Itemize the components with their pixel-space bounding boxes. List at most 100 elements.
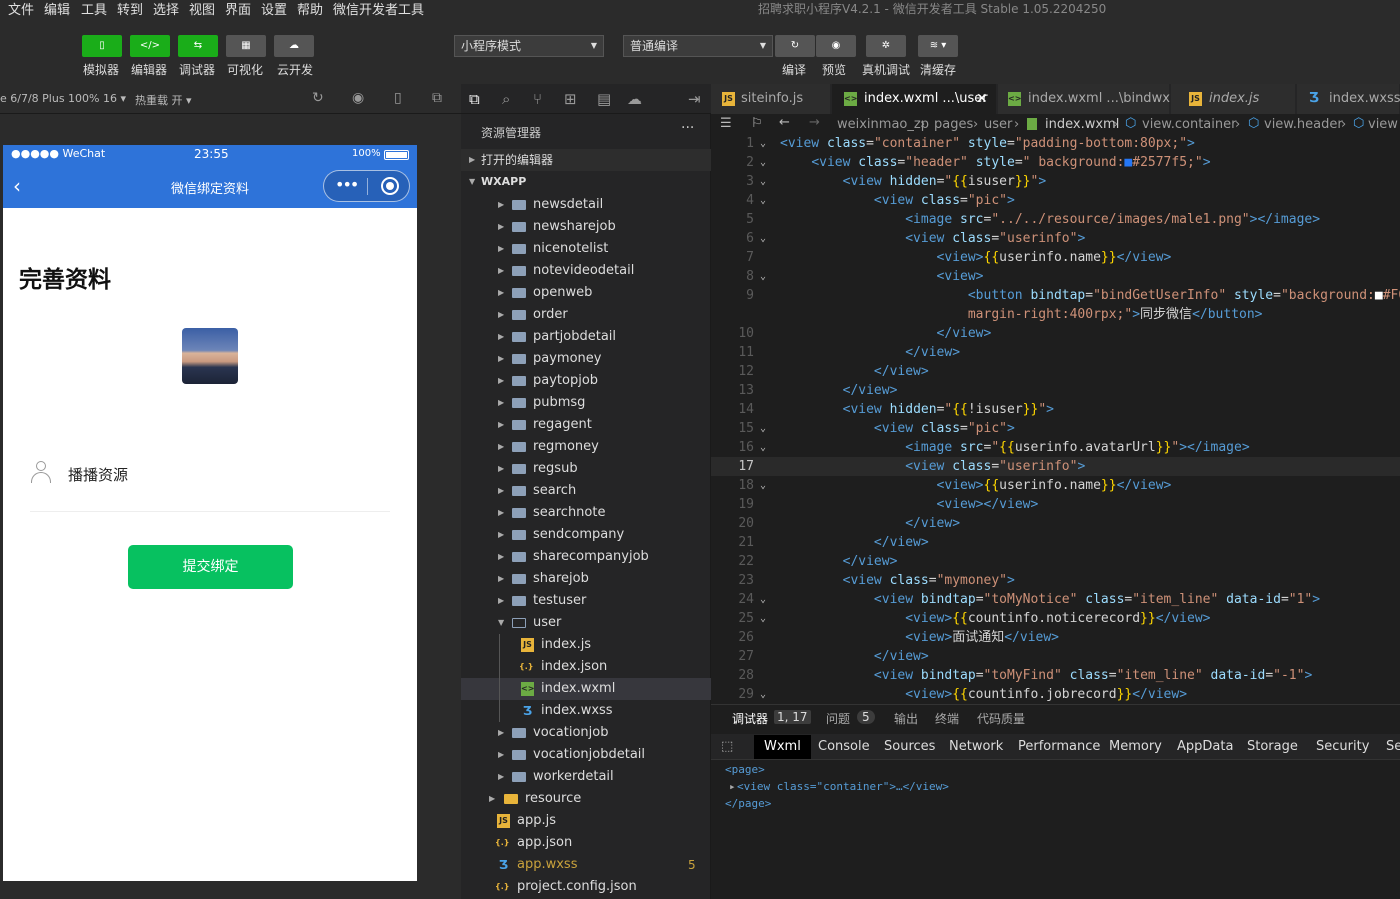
device-select[interactable]: e 6/7/8 Plus 100% 16 ▾	[0, 92, 126, 105]
fold-chevron-icon[interactable]: ⌄	[760, 419, 766, 438]
inspect-icon[interactable]: ⬚	[721, 735, 733, 759]
tab-terminal[interactable]: 终端	[935, 710, 959, 727]
tree-folder[interactable]: ▶ regsub	[461, 458, 711, 480]
fold-chevron-icon[interactable]: ⌄	[760, 172, 766, 191]
git-icon[interactable]: ⑂	[533, 90, 542, 108]
devtab-network[interactable]: Network	[949, 735, 1003, 759]
tab-index-wxss[interactable]: Ʒindex.wxss	[1297, 84, 1400, 114]
tree-folder[interactable]: ▶ regagent	[461, 414, 711, 436]
devtab-appdata[interactable]: AppData	[1177, 735, 1233, 759]
tree-folder[interactable]: ▶ newsdetail	[461, 194, 711, 216]
tree-folder[interactable]: ▶ regmoney	[461, 436, 711, 458]
tree-folder[interactable]: ▶ resource	[461, 788, 711, 810]
fold-chevron-icon[interactable]: ⌄	[760, 476, 766, 495]
breadcrumb-pages[interactable]: pages	[934, 117, 973, 132]
devtab-security[interactable]: Security	[1316, 735, 1369, 759]
extensions-icon[interactable]: ⊞	[564, 90, 577, 108]
visual-toggle-button[interactable]: ▦	[226, 35, 266, 57]
tab-code-quality[interactable]: 代码质量	[977, 710, 1025, 727]
stop-icon[interactable]: ◉	[352, 90, 364, 106]
breadcrumb-container[interactable]: view.container	[1142, 117, 1236, 132]
tree-folder[interactable]: ▶ searchnote	[461, 502, 711, 524]
clear-cache-button[interactable]: ≋ ▾	[918, 35, 958, 57]
tree-file[interactable]: {.} index.json	[461, 656, 711, 678]
back-arrow-icon[interactable]: ←	[779, 115, 790, 130]
fold-chevron-icon[interactable]: ⌄	[760, 191, 766, 210]
files-icon[interactable]: ⧉	[469, 90, 480, 108]
open-editors-section[interactable]: ▶ 打开的编辑器	[461, 149, 711, 171]
tree-folder[interactable]: ▶ vocationjob	[461, 722, 711, 744]
hot-reload-toggle[interactable]: 热重载 开 ▾	[135, 92, 192, 108]
remote-debug-button[interactable]: ✲	[866, 35, 906, 57]
tree-folder[interactable]: ▶ order	[461, 304, 711, 326]
breadcrumb-file[interactable]: index.wxml	[1045, 117, 1119, 132]
collapse-panel-icon[interactable]: ⇥	[688, 90, 701, 108]
fold-chevron-icon[interactable]: ⌄	[760, 590, 766, 609]
tree-file[interactable]: JS index.js	[461, 634, 711, 656]
tree-file[interactable]: {.} project.config.json	[461, 876, 711, 898]
tree-folder[interactable]: ▶ notevideodetail	[461, 260, 711, 282]
fold-chevron-icon[interactable]: ⌄	[760, 229, 766, 248]
breadcrumb-project[interactable]: weixinmao_zp	[837, 117, 929, 132]
xml-expand-icon[interactable]: ▸	[729, 780, 736, 793]
debugger-toggle-button[interactable]: ⇆	[178, 35, 218, 57]
tree-file[interactable]: <> index.wxml	[461, 678, 711, 700]
tree-folder[interactable]: ▶ sendcompany	[461, 524, 711, 546]
devtab-wxml[interactable]: Wxml	[754, 735, 811, 759]
tab-index-js[interactable]: JS index.js	[1171, 84, 1296, 114]
devtab-console[interactable]: Console	[818, 735, 870, 759]
preview-button[interactable]: ◉	[816, 35, 856, 57]
tree-folder[interactable]: ▶ paymoney	[461, 348, 711, 370]
editor-toggle-button[interactable]: </>	[130, 35, 170, 57]
tree-file[interactable]: JS app.js	[461, 810, 711, 832]
devtab-sources[interactable]: Sources	[884, 735, 935, 759]
fold-chevron-icon[interactable]: ⌄	[760, 685, 766, 704]
devtab-storage[interactable]: Storage	[1247, 735, 1298, 759]
fold-chevron-icon[interactable]: ⌄	[760, 438, 766, 457]
forward-arrow-icon[interactable]: →	[809, 115, 820, 130]
refresh-icon[interactable]: ↻	[312, 90, 324, 106]
xml-view-container[interactable]: <view class="container">…</view>	[737, 780, 949, 793]
breadcrumb-view[interactable]: view	[1368, 117, 1398, 132]
tab-index-wxml-user[interactable]: <> index.wxml ...\user ✕	[832, 84, 997, 114]
tree-file[interactable]: {.} app.json	[461, 832, 711, 854]
close-icon[interactable]: ✕	[976, 84, 988, 114]
tab-problems[interactable]: 问题	[826, 710, 850, 727]
tree-folder[interactable]: ▼ user	[461, 612, 711, 634]
xml-page-open[interactable]: <page>	[725, 763, 765, 776]
phone-icon[interactable]: ▯	[394, 90, 402, 106]
more-icon[interactable]: ···	[681, 120, 694, 136]
devtab-performance[interactable]: Performance	[1018, 735, 1100, 759]
tree-folder[interactable]: ▶ pubmsg	[461, 392, 711, 414]
compile-select[interactable]: 普通编译 ▼	[623, 35, 773, 57]
tab-output[interactable]: 输出	[894, 710, 918, 727]
tree-folder[interactable]: ▶ openweb	[461, 282, 711, 304]
simulator-toggle-button[interactable]: ▯	[82, 35, 122, 57]
cloud-icon[interactable]: ☁	[627, 90, 642, 108]
tree-folder[interactable]: ▶ vocationjobdetail	[461, 744, 711, 766]
tree-folder[interactable]: ▶ testuser	[461, 590, 711, 612]
mode-select[interactable]: 小程序模式 ▼	[454, 35, 604, 57]
tree-folder[interactable]: ▶ nicenotelist	[461, 238, 711, 260]
submit-bind-button[interactable]: 提交绑定	[128, 545, 293, 589]
devtab-memory[interactable]: Memory	[1109, 735, 1162, 759]
fold-chevron-icon[interactable]: ⌄	[760, 136, 766, 153]
tree-folder[interactable]: ▶ workerdetail	[461, 766, 711, 788]
tab-siteinfo-js[interactable]: JS siteinfo.js	[711, 84, 831, 114]
breadcrumb-user[interactable]: user	[984, 117, 1012, 132]
tree-folder[interactable]: ▶ newsharejob	[461, 216, 711, 238]
fold-chevron-icon[interactable]: ⌄	[760, 609, 766, 628]
fold-chevron-icon[interactable]: ⌄	[760, 153, 766, 172]
bookmark-icon[interactable]: ⚐	[751, 116, 763, 131]
xml-page-close[interactable]: </page>	[725, 797, 771, 810]
fold-chevron-icon[interactable]: ⌄	[760, 267, 766, 286]
tree-folder[interactable]: ▶ paytopjob	[461, 370, 711, 392]
compile-button[interactable]: ↻	[775, 35, 815, 57]
cloud-button[interactable]: ☁	[274, 35, 314, 57]
tree-folder[interactable]: ▶ sharecompanyjob	[461, 546, 711, 568]
breadcrumb-header[interactable]: view.header	[1264, 117, 1343, 132]
more-icon[interactable]: •••	[335, 175, 359, 194]
list-icon[interactable]: ☰	[720, 116, 732, 131]
tree-folder[interactable]: ▶ sharejob	[461, 568, 711, 590]
tree-folder[interactable]: ▶ partjobdetail	[461, 326, 711, 348]
